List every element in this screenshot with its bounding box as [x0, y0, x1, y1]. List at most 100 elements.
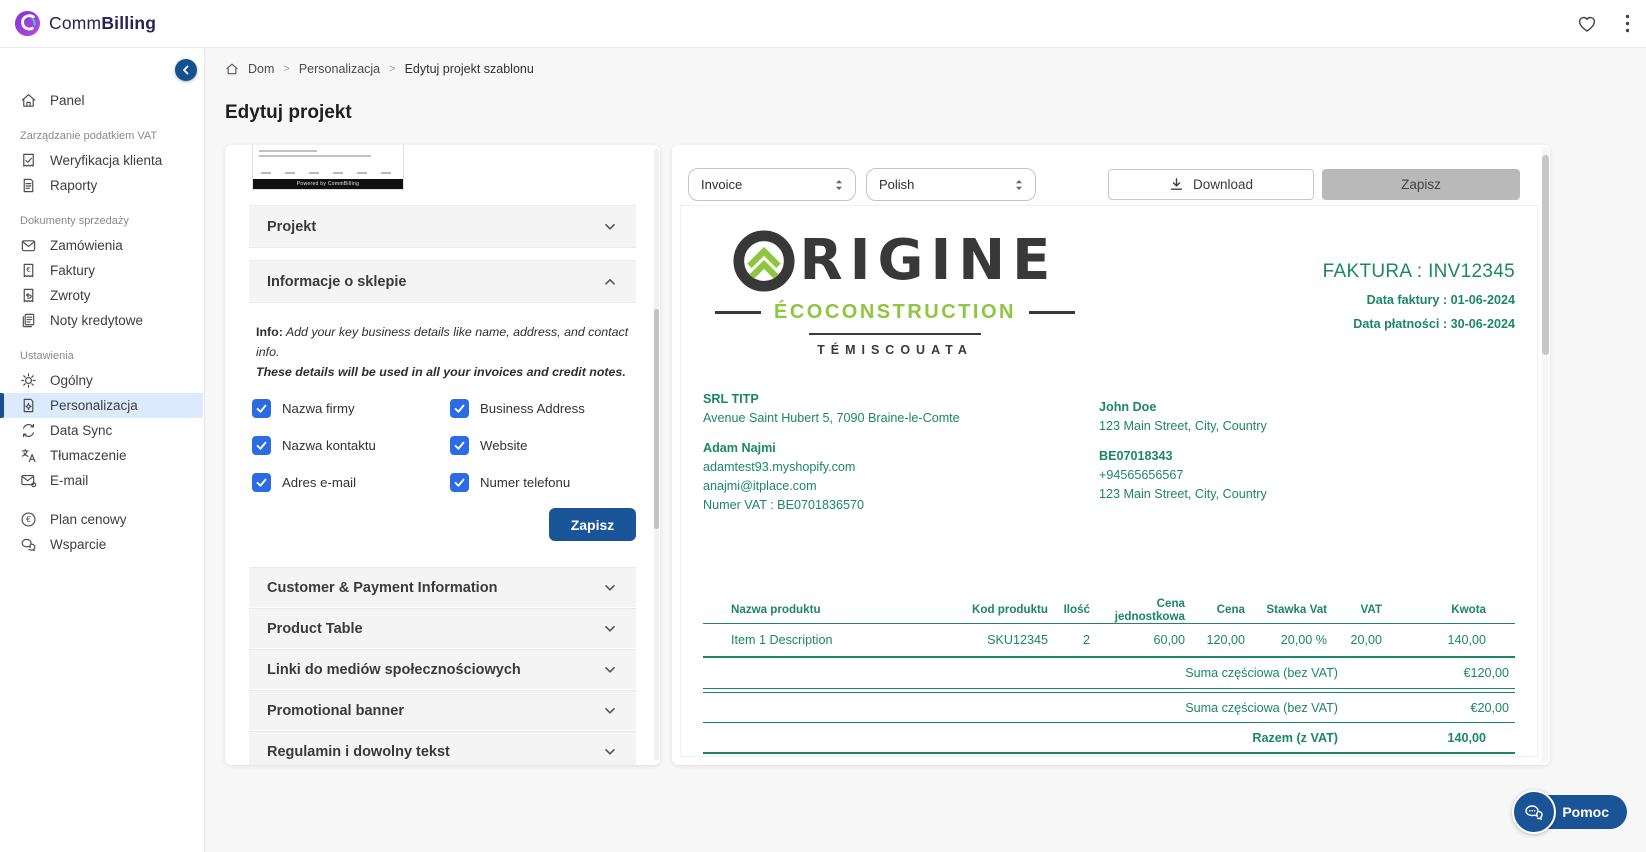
thumbnail-footer: Powered by CommBilling — [253, 179, 403, 189]
checkbox-checked-icon[interactable] — [450, 399, 469, 418]
vat-total-label: Suma częściowa (bez VAT) — [703, 701, 1338, 715]
accordion-stack: Customer & Payment Information Product T… — [225, 567, 660, 765]
sidebar-item-label: Raporty — [50, 178, 97, 193]
grand-total-value: 140,00 — [1338, 731, 1515, 745]
help-chat-icon[interactable] — [1512, 790, 1556, 834]
checkbox-numer-telefonu[interactable]: Numer telefonu — [450, 473, 660, 492]
sidebar-section-title: Dokumenty sprzedaży — [0, 215, 203, 227]
sidebar-item-label: Noty kredytowe — [50, 313, 143, 328]
invoice-due-date: Data płatności : 30-06-2024 — [1323, 317, 1515, 331]
download-button[interactable]: Download — [1108, 169, 1314, 200]
sidebar-item-faktury[interactable]: € Faktury — [0, 258, 203, 283]
seller-company: SRL TITP — [703, 390, 960, 409]
logo-region: TÉMISCOUATA — [699, 343, 1091, 357]
breadcrumb-home[interactable]: Dom — [248, 62, 274, 76]
cell-unit-price: 60,00 — [1090, 633, 1185, 647]
download-label: Download — [1193, 177, 1253, 192]
accordion-label: Product Table — [267, 621, 363, 637]
breadcrumb-separator: > — [283, 63, 289, 75]
client-verification-icon — [20, 152, 37, 169]
origine-logo-icon — [733, 230, 795, 292]
sidebar-section-title: Ustawienia — [0, 350, 203, 362]
checkbox-label: Nazwa firmy — [282, 401, 355, 416]
accordion-product-table[interactable]: Product Table — [249, 608, 636, 649]
checkbox-checked-icon[interactable] — [252, 473, 271, 492]
logo-divider-rule — [809, 333, 981, 335]
accordion-terms-free-text[interactable]: Regulamin i dowolny tekst — [249, 731, 636, 765]
table-row: Item 1 Description SKU12345 2 60,00 120,… — [703, 624, 1515, 656]
checkbox-business-address[interactable]: Business Address — [450, 399, 660, 418]
col-header: Kwota — [1382, 603, 1515, 616]
checkbox-checked-icon[interactable] — [450, 436, 469, 455]
checkbox-checked-icon[interactable] — [450, 473, 469, 492]
buyer-name: John Doe — [1099, 398, 1267, 417]
sidebar-item-data-sync[interactable]: Data Sync — [0, 418, 203, 443]
template-thumbnail[interactable]: Powered by CommBilling — [252, 145, 404, 190]
sidebar-item-wsparcie[interactable]: Wsparcie — [0, 532, 203, 557]
sidebar-item-label: Zamówienia — [50, 238, 123, 253]
chevron-down-icon — [602, 580, 618, 596]
sidebar-item-tlumaczenie[interactable]: Tłumaczenie — [0, 443, 203, 468]
checkbox-checked-icon[interactable] — [252, 436, 271, 455]
sidebar-item-plan-cenowy[interactable]: € Plan cenowy — [0, 507, 203, 532]
breadcrumb-section[interactable]: Personalizacja — [299, 62, 380, 76]
store-info-save-button[interactable]: Zapisz — [549, 508, 636, 541]
preview-save-button[interactable]: Zapisz — [1322, 169, 1520, 200]
thumbnail-link-dash — [309, 172, 319, 174]
sidebar-item-panel[interactable]: Panel — [0, 88, 203, 113]
unfold-more-icon — [833, 178, 845, 192]
sidebar-item-weryfikacja-klienta[interactable]: Weryfikacja klienta — [0, 148, 203, 173]
cell-sku: SKU12345 — [953, 633, 1048, 647]
panel-scrollbar-thumb[interactable] — [654, 309, 659, 529]
sidebar-item-ogolny[interactable]: Ogólny — [0, 368, 203, 393]
checkbox-label: Business Address — [480, 401, 585, 416]
brand-logo[interactable]: CommBilling — [0, 10, 156, 37]
accordion-promotional-banner[interactable]: Promotional banner — [249, 690, 636, 731]
checkbox-label: Numer telefonu — [480, 475, 570, 490]
checkbox-checked-icon[interactable] — [252, 399, 271, 418]
kebab-menu-icon[interactable] — [1625, 14, 1630, 33]
sidebar-item-label: Data Sync — [50, 423, 112, 438]
preview-scrollbar — [1542, 147, 1549, 763]
thumbnail-link-dash — [333, 172, 343, 174]
accordion-informacje-o-sklepie[interactable]: Informacje o sklepie — [249, 260, 636, 303]
sidebar-item-raporty[interactable]: Raporty — [0, 173, 203, 198]
sidebar-item-zamowienia[interactable]: Zamówienia — [0, 233, 203, 258]
thumbnail-text-line — [259, 150, 317, 152]
sidebar-item-label: E-mail — [50, 473, 88, 488]
favorite-heart-icon[interactable] — [1577, 14, 1597, 33]
sidebar-item-zwroty[interactable]: Zwroty — [0, 283, 203, 308]
checkbox-nazwa-firmy[interactable]: Nazwa firmy — [252, 399, 450, 418]
cell-product-name: Item 1 Description — [703, 633, 953, 647]
col-header: Kod produktu — [953, 603, 1048, 616]
accordion-projekt[interactable]: Projekt — [249, 205, 636, 248]
sidebar-item-personalizacja[interactable]: Personalizacja — [0, 393, 203, 418]
preview-scrollbar-thumb[interactable] — [1542, 155, 1549, 355]
accordion-label: Regulamin i dowolny tekst — [267, 744, 450, 760]
logo-subtitle: ÉCOCONSTRUCTION — [774, 301, 1016, 324]
preview-toolbar: Invoice Polish Download Zapisz — [672, 145, 1550, 201]
sidebar-item-email[interactable]: E-mail — [0, 468, 203, 493]
cell-vat: 20,00 — [1327, 633, 1382, 647]
seller-address-block: SRL TITP Avenue Saint Hubert 5, 7090 Bra… — [703, 390, 960, 515]
invoice-date: Data faktury : 01-06-2024 — [1323, 293, 1515, 307]
checkbox-adres-email[interactable]: Adres e-mail — [252, 473, 450, 492]
col-header: Nazwa produktu — [703, 603, 953, 616]
language-select[interactable]: Polish — [866, 168, 1036, 201]
main-content: Dom > Personalizacja > Edytuj projekt sz… — [205, 48, 1646, 852]
checkbox-website[interactable]: Website — [450, 436, 660, 455]
invoice-preview-panel: Invoice Polish Download Zapisz — [672, 145, 1550, 765]
invoice-header-meta: FAKTURA : INV12345 Data faktury : 01-06-… — [1323, 261, 1515, 331]
accordion-social-links[interactable]: Linki do mediów społecznościowych — [249, 649, 636, 690]
document-type-select[interactable]: Invoice — [688, 168, 856, 201]
accordion-customer-payment[interactable]: Customer & Payment Information — [249, 567, 636, 608]
accordion-label: Promotional banner — [267, 703, 404, 719]
vat-total-row: Suma częściowa (bez VAT) €20,00 — [703, 693, 1515, 722]
sidebar-item-label: Weryfikacja klienta — [50, 153, 162, 168]
sidebar-item-noty-kredytowe[interactable]: Noty kredytowe — [0, 308, 203, 333]
personalization-icon — [20, 397, 37, 414]
checkbox-nazwa-kontaktu[interactable]: Nazwa kontaktu — [252, 436, 450, 455]
sidebar-collapse-button[interactable] — [175, 59, 197, 81]
sidebar-item-label: Zwroty — [50, 288, 91, 303]
subtotal-value: €120,00 — [1338, 666, 1515, 680]
